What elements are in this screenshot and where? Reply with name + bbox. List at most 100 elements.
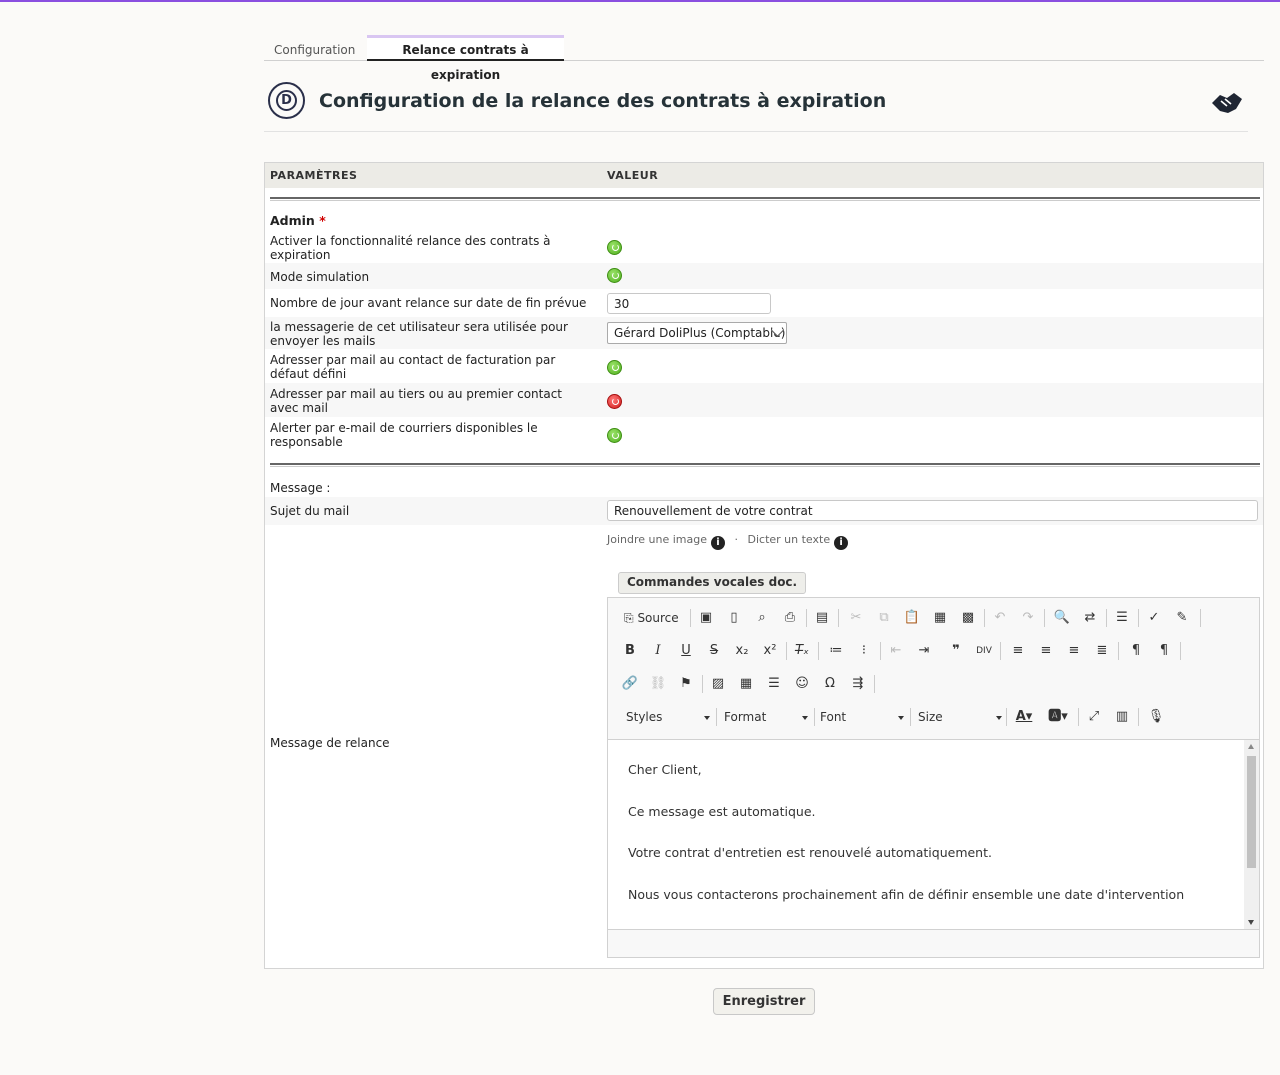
subject-input[interactable] — [607, 500, 1258, 521]
setting-label: Mode simulation — [270, 270, 370, 284]
tab-configuration[interactable]: Configuration — [268, 34, 361, 59]
page-break-icon[interactable]: ⇶ — [848, 674, 868, 694]
alert-responsible-toggle-icon[interactable] — [607, 428, 622, 443]
body-label: Message de relance — [270, 736, 390, 750]
editor-content-area[interactable]: Cher Client, Ce message est automatique.… — [608, 739, 1244, 929]
format-dropdown[interactable]: Format — [724, 707, 810, 727]
align-right-icon[interactable]: ≡ — [1064, 641, 1084, 661]
sender-user-select[interactable]: Gérard DoliPlus (Comptable) — [607, 322, 787, 344]
paste-icon[interactable]: 📋 — [902, 608, 922, 628]
scayt-icon[interactable]: ✎ — [1172, 608, 1192, 628]
editor-toolbar-row-4: Styles Format Font Size A▾ 🅰▾ ⤢ ▥ 🎙 — [616, 705, 1246, 729]
chevron-down-icon — [802, 716, 808, 720]
image-icon[interactable]: ▨ — [708, 674, 728, 694]
size-dropdown[interactable]: Size — [918, 707, 1004, 727]
message-section-row: Message : — [265, 477, 1263, 497]
print-icon[interactable]: ⎙ — [780, 608, 800, 628]
preview-icon[interactable]: ⌕ — [752, 608, 772, 628]
replace-icon[interactable]: ⇄ — [1080, 608, 1100, 628]
admin-heading: Admin * — [270, 213, 326, 228]
billing-contact-toggle-icon[interactable] — [607, 360, 622, 375]
subscript-icon[interactable]: x₂ — [732, 641, 752, 661]
align-left-icon[interactable]: ≡ — [1008, 641, 1028, 661]
numbered-list-icon[interactable]: ≔ — [826, 641, 846, 661]
paste-word-icon[interactable]: ▩ — [958, 608, 978, 628]
special-char-icon[interactable]: Ω — [820, 674, 840, 694]
setting-label: la messagerie de cet utilisateur sera ut… — [270, 320, 568, 348]
scroll-down-icon[interactable] — [1248, 920, 1254, 925]
maximize-icon[interactable]: ⤢ — [1084, 707, 1104, 727]
paste-text-icon[interactable]: ▦ — [930, 608, 950, 628]
horizontal-line-icon[interactable]: ☰ — [764, 674, 784, 694]
bulleted-list-icon[interactable]: ⁝ — [854, 641, 874, 661]
dictate-text-link[interactable]: Dicter un texte — [748, 533, 831, 546]
italic-icon[interactable]: I — [648, 641, 668, 661]
voice-commands-button[interactable]: Commandes vocales doc. — [618, 572, 807, 594]
unlink-icon[interactable]: ⛓ — [648, 674, 668, 694]
find-icon[interactable]: 🔍 — [1052, 608, 1072, 628]
strikethrough-icon[interactable]: S — [704, 641, 724, 661]
font-dropdown[interactable]: Font — [820, 707, 906, 727]
remove-format-icon[interactable]: T̶ₓ — [792, 641, 812, 661]
div-container-icon[interactable]: DIV — [974, 641, 994, 661]
templates-icon[interactable]: ▤ — [812, 608, 832, 628]
setting-row-days-before: Nombre de jour avant relance sur date de… — [265, 289, 1263, 317]
blockquote-icon[interactable]: ❞ — [946, 641, 966, 661]
styles-dropdown[interactable]: Styles — [626, 707, 712, 727]
bold-icon[interactable]: B — [620, 641, 640, 661]
rich-text-editor: ⎘ Source ▣ ▯ ⌕ ⎙ ▤ ✂ ⧉ 📋 ▦ ▩ ↶ ↷ 🔍 ⇄ ☰ ✓… — [607, 597, 1260, 958]
table-icon[interactable]: ▦ — [736, 674, 756, 694]
thirdparty-contact-toggle-icon[interactable] — [607, 394, 622, 409]
section-divider — [270, 197, 1260, 201]
redo-icon[interactable]: ↷ — [1018, 608, 1038, 628]
show-blocks-icon[interactable]: ▥ — [1112, 707, 1132, 727]
select-all-icon[interactable]: ☰ — [1112, 608, 1132, 628]
separator-dot: · — [734, 533, 739, 546]
attach-image-link[interactable]: Joindre une image — [607, 533, 707, 546]
new-page-icon[interactable]: ▯ — [724, 608, 744, 628]
anchor-flag-icon[interactable]: ⚑ — [676, 674, 696, 694]
chevron-down-icon — [704, 716, 710, 720]
background-color-icon[interactable]: 🅰▾ — [1048, 707, 1068, 727]
source-icon: ⎘ — [624, 611, 634, 625]
align-center-icon[interactable]: ≡ — [1036, 641, 1056, 661]
setting-label: Nombre de jour avant relance sur date de… — [270, 296, 587, 310]
info-icon[interactable]: i — [834, 536, 849, 550]
editor-scrollbar[interactable] — [1244, 739, 1259, 929]
column-header-value: VALEUR — [607, 169, 659, 182]
microphone-icon[interactable]: 🎙 — [1146, 707, 1166, 727]
undo-icon[interactable]: ↶ — [990, 608, 1010, 628]
text-color-icon[interactable]: A▾ — [1014, 707, 1034, 727]
days-before-input[interactable] — [607, 293, 771, 314]
simulation-toggle-icon[interactable] — [607, 268, 622, 283]
save-button[interactable]: Enregistrer — [713, 988, 815, 1015]
text-direction-ltr-icon[interactable]: ¶ — [1126, 641, 1146, 661]
indent-icon[interactable]: ⇥ — [914, 641, 934, 661]
justify-icon[interactable]: ≣ — [1092, 641, 1112, 661]
spellcheck-icon[interactable]: ✓ — [1144, 608, 1164, 628]
scroll-up-icon[interactable] — [1248, 744, 1254, 749]
outdent-icon[interactable]: ⇤ — [886, 641, 906, 661]
info-icon[interactable]: i — [711, 536, 725, 550]
required-marker: * — [319, 213, 326, 228]
setting-label: Activer la fonctionnalité relance des co… — [270, 234, 551, 262]
setting-label: Adresser par mail au contact de facturat… — [270, 353, 556, 381]
superscript-icon[interactable]: x² — [760, 641, 780, 661]
source-button[interactable]: ⎘ Source — [624, 608, 679, 628]
tab-relance-contrats[interactable]: Relance contrats à expiration — [367, 35, 564, 82]
page-header: D Configuration de la relance des contra… — [264, 81, 1248, 132]
setting-row-billing-contact: Adresser par mail au contact de facturat… — [265, 349, 1263, 383]
chevron-down-icon — [898, 716, 904, 720]
copy-icon[interactable]: ⧉ — [874, 608, 894, 628]
activate-toggle-icon[interactable] — [607, 240, 622, 255]
underline-icon[interactable]: U — [676, 641, 696, 661]
setting-row-sender-user: la messagerie de cet utilisateur sera ut… — [265, 317, 1263, 349]
smiley-icon[interactable]: ☺ — [792, 674, 812, 694]
cut-icon[interactable]: ✂ — [846, 608, 866, 628]
link-icon[interactable]: 🔗 — [620, 674, 640, 694]
scrollbar-thumb[interactable] — [1247, 756, 1256, 868]
save-icon[interactable]: ▣ — [696, 608, 716, 628]
setting-label: Alerter par e-mail de courriers disponib… — [270, 421, 538, 449]
body-paragraph: Votre contrat d'entretien est renouvelé … — [628, 845, 992, 860]
text-direction-rtl-icon[interactable]: ¶ — [1154, 641, 1174, 661]
